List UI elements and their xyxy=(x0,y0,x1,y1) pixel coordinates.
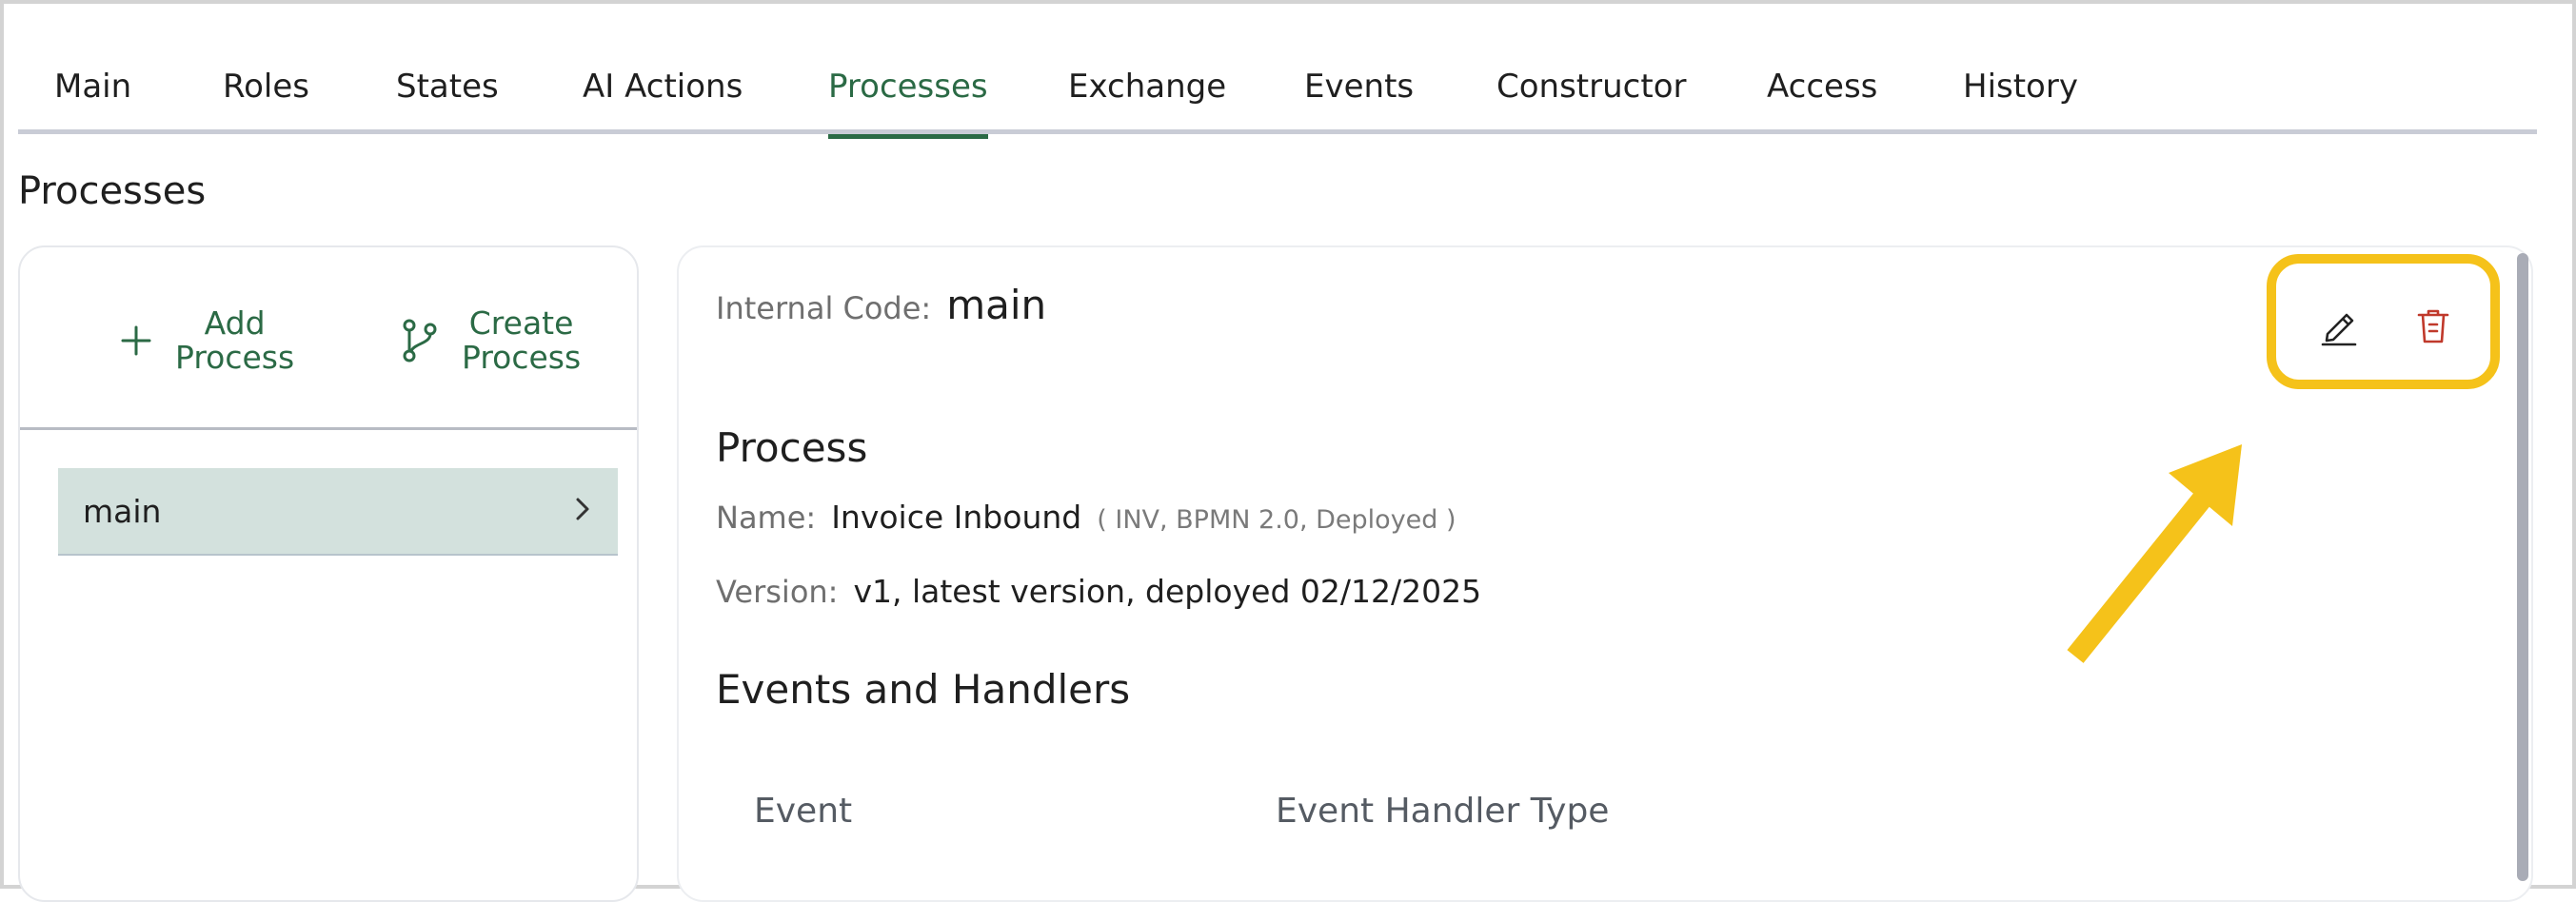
process-name-label: Name: xyxy=(716,500,817,536)
page-title: Processes xyxy=(18,169,207,213)
process-list-panel: Add Process Create Process main xyxy=(18,245,639,902)
tab-events[interactable]: Events xyxy=(1304,63,1414,134)
process-list-item[interactable]: main xyxy=(58,468,618,556)
create-process-label: Create Process xyxy=(462,306,581,375)
tab-ai-actions[interactable]: AI Actions xyxy=(583,63,743,134)
process-version-row: Version: v1, latest version, deployed 02… xyxy=(716,573,1481,610)
pencil-icon xyxy=(2319,313,2359,350)
edit-process-button[interactable] xyxy=(2319,306,2359,350)
process-name-meta: ( INV, BPMN 2.0, Deployed ) xyxy=(1097,505,1456,535)
process-list-item-label: main xyxy=(83,492,162,530)
internal-code-label: Internal Code: xyxy=(716,290,932,326)
chevron-right-icon xyxy=(574,496,591,526)
create-process-label-line2: Process xyxy=(462,339,582,376)
tab-bar: Main Roles States AI Actions Processes E… xyxy=(18,0,2537,139)
column-header-event: Event xyxy=(754,792,853,831)
process-name-value: Invoice Inbound xyxy=(831,499,1082,536)
tab-roles[interactable]: Roles xyxy=(223,63,309,134)
trash-icon xyxy=(2414,309,2452,350)
tab-history[interactable]: History xyxy=(1963,63,2078,134)
tab-states[interactable]: States xyxy=(396,63,499,134)
tab-exchange[interactable]: Exchange xyxy=(1068,63,1226,134)
add-process-label-line1: Add xyxy=(204,304,266,342)
add-process-label: Add Process xyxy=(175,306,294,375)
column-header-event-handler-type: Event Handler Type xyxy=(1276,792,1610,831)
create-process-button[interactable]: Create Process xyxy=(401,306,581,375)
create-process-label-line1: Create xyxy=(468,304,574,342)
process-version-label: Version: xyxy=(716,574,839,610)
tab-processes[interactable]: Processes xyxy=(828,63,988,139)
process-name-row: Name: Invoice Inbound ( INV, BPMN 2.0, D… xyxy=(716,499,1456,536)
plus-icon xyxy=(120,324,152,357)
tab-main[interactable]: Main xyxy=(54,63,131,134)
add-process-button[interactable]: Add Process xyxy=(120,306,294,375)
branch-icon xyxy=(401,319,439,363)
tab-constructor[interactable]: Constructor xyxy=(1496,63,1686,134)
add-process-label-line2: Process xyxy=(175,339,295,376)
vertical-scrollbar[interactable] xyxy=(2517,253,2528,881)
delete-process-button[interactable] xyxy=(2414,306,2452,350)
tab-access[interactable]: Access xyxy=(1767,63,1877,134)
process-heading: Process xyxy=(716,424,868,471)
process-version-value: v1, latest version, deployed 02/12/2025 xyxy=(853,573,1482,610)
process-list-actions: Add Process Create Process xyxy=(20,247,637,430)
internal-code-row: Internal Code: main xyxy=(716,282,1046,328)
internal-code-value: main xyxy=(946,282,1047,328)
events-handlers-heading: Events and Handlers xyxy=(716,666,1131,713)
